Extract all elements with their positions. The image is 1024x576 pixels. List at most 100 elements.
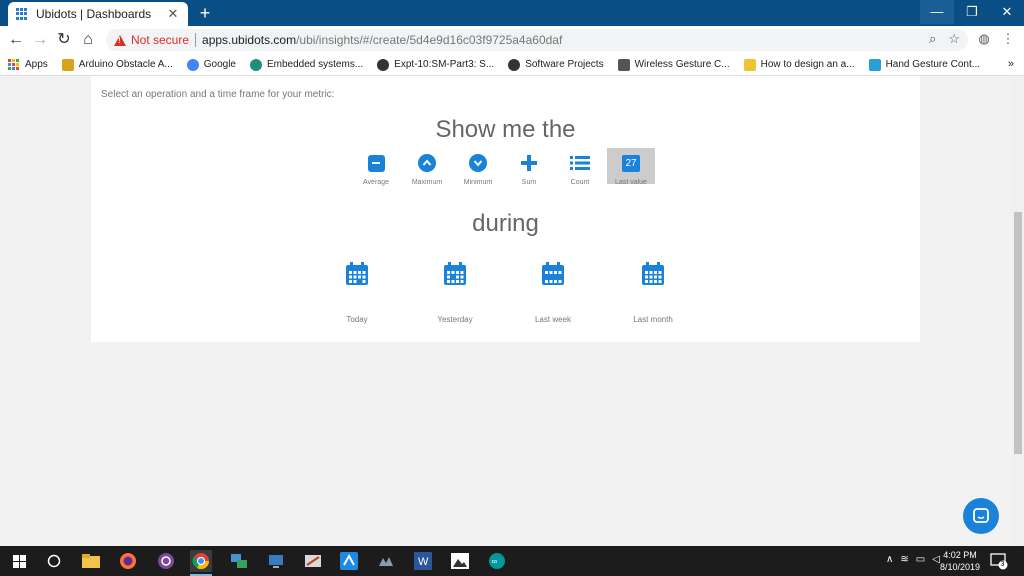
bookmark-item[interactable]: Expt-10:SM-Part3: S... (377, 58, 495, 71)
menu-kebab-icon[interactable]: ⋮ (998, 29, 1018, 49)
minimize-button[interactable]: — (920, 0, 954, 24)
list-icon (570, 153, 590, 173)
bookmark-label: Expt-10:SM-Part3: S... (394, 59, 495, 70)
home-icon[interactable]: ⌂ (76, 28, 100, 52)
operation-last-value[interactable]: 27 Last value (607, 148, 655, 186)
bookmark-favicon-icon (743, 58, 756, 71)
calendar-icon (542, 262, 564, 285)
close-window-button[interactable]: ✕ (990, 0, 1024, 24)
page-scrollbar[interactable] (1012, 76, 1024, 546)
new-tab-button[interactable]: + (195, 3, 215, 23)
timeframe-today[interactable]: Today (327, 262, 387, 324)
bookmark-label: Hand Gesture Cont... (885, 59, 981, 70)
plus-icon (519, 153, 539, 173)
timeframe-label: Last week (534, 315, 572, 324)
operation-maximum[interactable]: Maximum (403, 148, 451, 186)
url-host: apps.ubidots.com (202, 33, 297, 47)
action-center-icon[interactable]: 3 (990, 552, 1008, 570)
svg-text:∞: ∞ (492, 557, 498, 566)
network-app-icon[interactable] (228, 550, 250, 572)
during-heading: during (472, 210, 539, 237)
bookmark-label: Software Projects (525, 59, 604, 70)
bookmark-item[interactable]: Arduino Obstacle A... (61, 58, 173, 71)
remote-desktop-icon[interactable] (265, 550, 287, 572)
azure-app-icon[interactable] (338, 550, 360, 572)
globe-icon (508, 58, 521, 71)
timeframe-label: Yesterday (437, 315, 473, 324)
not-secure-label[interactable]: Not secure (131, 33, 189, 47)
page-content: Select an operation and a time frame for… (0, 76, 1012, 546)
bookmark-item[interactable]: Wireless Gesture C... (617, 58, 730, 71)
bookmark-apps[interactable]: Apps (8, 58, 48, 71)
reload-icon[interactable]: ↻ (52, 28, 76, 52)
bookmark-label: Apps (25, 59, 48, 70)
bookmark-item[interactable]: Google (186, 58, 236, 71)
cloud-app-icon[interactable] (375, 550, 397, 572)
timeframe-label: Today (346, 315, 368, 324)
operation-count[interactable]: Count (556, 148, 604, 186)
extension-icon[interactable]: ◍ (974, 29, 994, 49)
back-arrow-icon[interactable]: ← (4, 28, 28, 52)
bookmark-item[interactable]: Embedded systems... (250, 58, 363, 71)
bookmark-label: Google (203, 59, 236, 70)
maximize-button[interactable]: ❐ (955, 0, 989, 24)
chevron-down-circle-icon (469, 154, 487, 172)
tab-title: Ubidots | Dashboards (36, 7, 152, 21)
zoom-icon[interactable]: ⌕ (929, 31, 936, 47)
browser-titlebar: Ubidots | Dashboards ✕ + — ❐ ✕ (0, 0, 1024, 26)
operation-label: Minimum (463, 179, 493, 186)
timeframe-last-week[interactable]: Last week (523, 262, 583, 324)
bookmark-item[interactable]: Hand Gesture Cont... (868, 58, 981, 71)
bookmark-favicon-icon (617, 58, 630, 71)
bookmark-label: How to design an a... (760, 59, 855, 70)
calendar-icon (346, 262, 368, 285)
chat-support-button[interactable] (963, 498, 999, 534)
bookmark-star-icon[interactable]: ☆ (948, 31, 960, 47)
bookmarks-overflow-button[interactable]: » (1008, 58, 1014, 70)
chrome-icon[interactable] (190, 550, 212, 576)
operation-label: Sum (521, 179, 537, 186)
operation-sum[interactable]: Sum (505, 148, 553, 186)
battery-icon[interactable]: ▭ (916, 554, 925, 565)
operation-label: Count (570, 179, 590, 186)
show-hidden-icons-icon[interactable]: ∧ (886, 554, 893, 565)
screen: Ubidots | Dashboards ✕ + — ❐ ✕ ← → ↻ ⌂ N… (0, 0, 1024, 576)
svg-text:W: W (418, 556, 429, 568)
app-window-icon[interactable] (302, 550, 324, 572)
bookmark-item[interactable]: How to design an a... (743, 58, 855, 71)
browser-toolbar: ← → ↻ ⌂ Not secure apps.ubidots.com/ubi/… (0, 26, 1024, 54)
bookmarks-bar: Apps Arduino Obstacle A... Google Embedd… (0, 54, 1024, 76)
cortana-search-icon[interactable] (43, 550, 65, 572)
file-explorer-icon[interactable] (80, 550, 102, 572)
omnibox-actions: ⌕ ☆ (929, 31, 960, 47)
url-divider (195, 33, 197, 47)
wifi-icon[interactable]: ≋ (900, 554, 908, 565)
chevron-up-circle-icon (418, 154, 436, 172)
bookmark-favicon-icon (868, 58, 881, 71)
metric-config-card: Select an operation and a time frame for… (91, 76, 920, 342)
clock[interactable]: 4:02 PM 8/10/2019 (938, 549, 982, 573)
chat-icon (973, 508, 989, 523)
clock-date: 8/10/2019 (939, 562, 981, 572)
browser-tab[interactable]: Ubidots | Dashboards ✕ (8, 2, 188, 26)
url-path: /ubi/insights/#/create/5d4e9d16c03f9725a… (296, 33, 563, 47)
scrollbar-thumb[interactable] (1014, 212, 1022, 454)
timeframe-yesterday[interactable]: Yesterday (425, 262, 485, 324)
photos-icon[interactable] (449, 550, 471, 572)
windows-start-icon[interactable] (8, 550, 30, 572)
address-bar[interactable]: Not secure apps.ubidots.com/ubi/insights… (106, 29, 968, 51)
forward-arrow-icon[interactable]: → (28, 28, 52, 52)
bookmark-item[interactable]: Software Projects (508, 58, 604, 71)
tab-close-icon[interactable]: ✕ (166, 6, 180, 22)
arduino-icon[interactable]: ∞ (486, 550, 508, 572)
operation-minimum[interactable]: Minimum (454, 148, 502, 186)
bookmark-favicon-icon (61, 58, 74, 71)
globe-icon (377, 58, 390, 71)
bookmark-label: Wireless Gesture C... (634, 59, 730, 70)
word-icon[interactable]: W (412, 550, 434, 572)
google-icon (186, 58, 199, 71)
operation-average[interactable]: Average (352, 148, 400, 186)
firefox-icon[interactable] (117, 550, 139, 572)
tor-browser-icon[interactable] (155, 550, 177, 572)
timeframe-last-month[interactable]: Last month (623, 262, 683, 324)
